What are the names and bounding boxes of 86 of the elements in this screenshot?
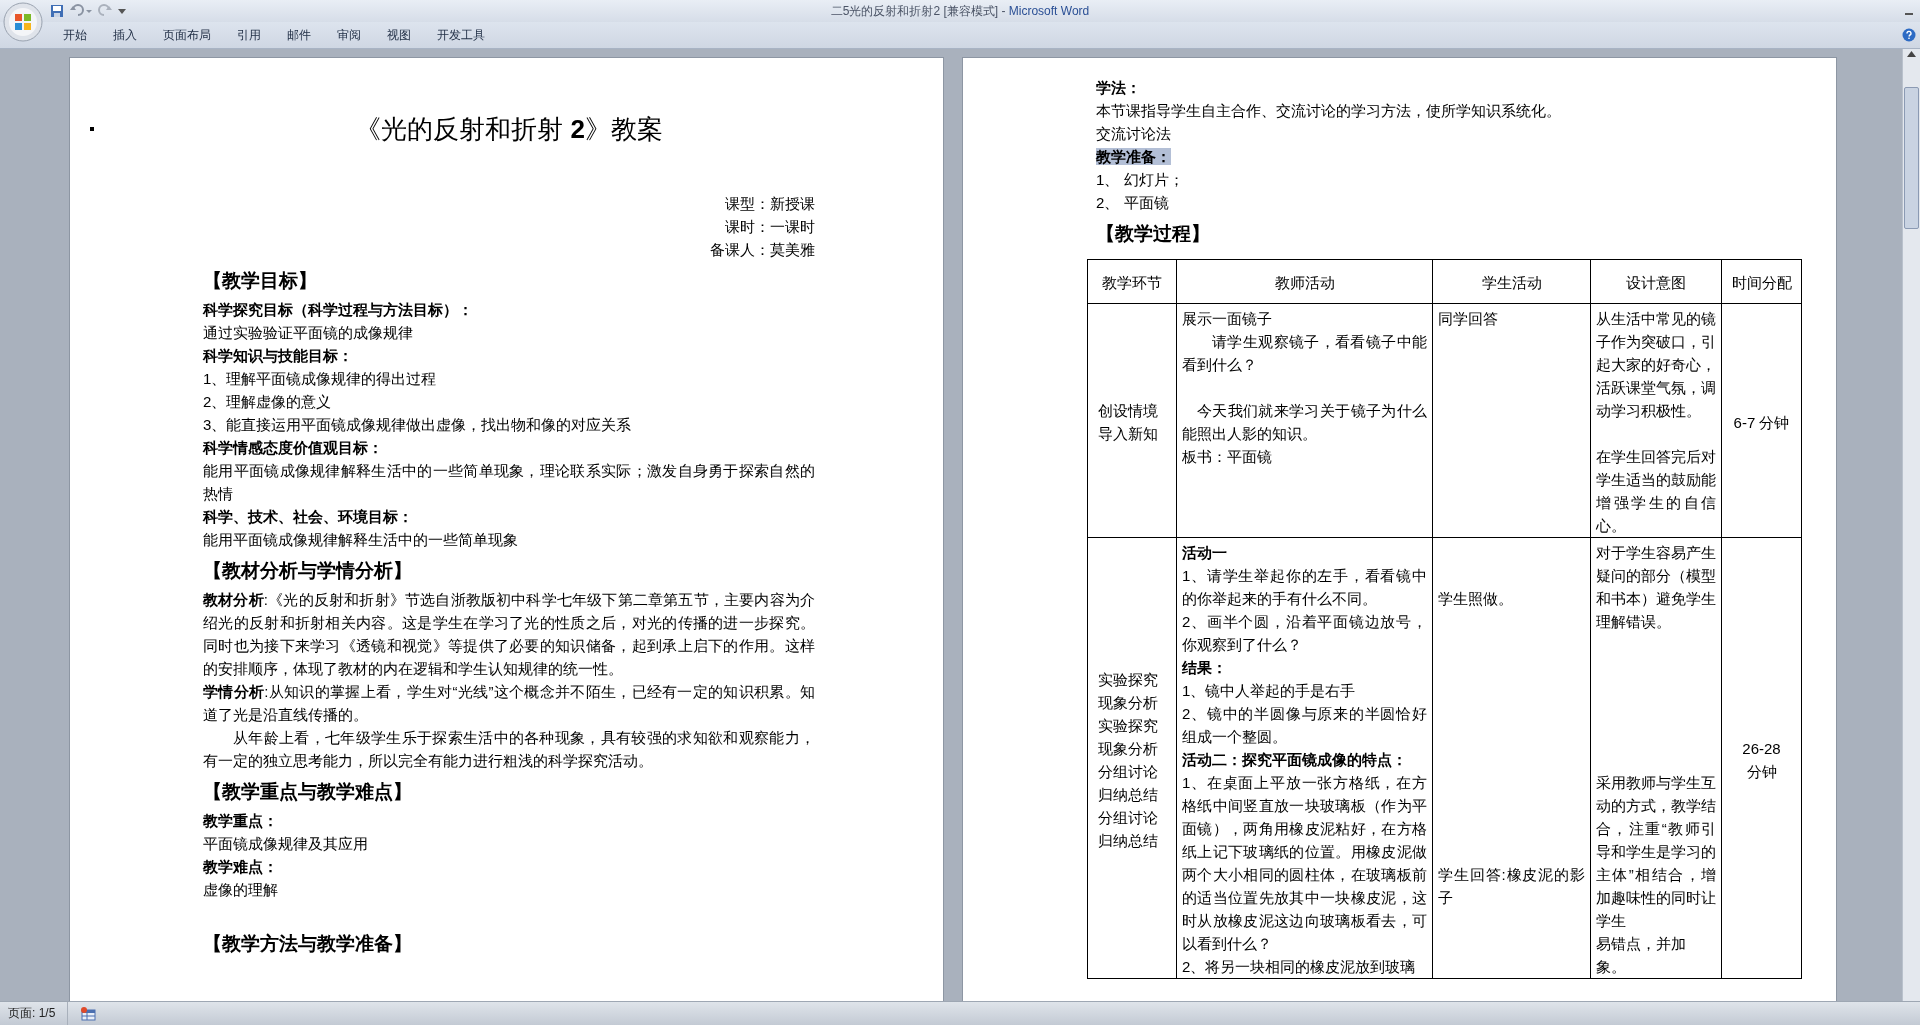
paragraph-label: 科学、技术、社会、环境目标： (203, 508, 413, 525)
ribbon-tab[interactable]: 页面布局 (150, 23, 224, 47)
paragraph: 同学回答 (1438, 310, 1498, 327)
section-heading: 【教学过程】 (1096, 223, 1210, 244)
column-header: 设计意图 (1590, 259, 1722, 304)
paragraph-label: 结果： (1182, 659, 1227, 676)
spreadsheet-icon[interactable] (80, 1006, 97, 1021)
column-header: 学生活动 (1432, 259, 1591, 304)
paragraph: 请学生观察镜子，看看镜子中能看到什么？ (1182, 333, 1427, 373)
paragraph: 象。 (1596, 958, 1626, 975)
paragraph: 对于学生容易产生疑问的部分（模型和书本）避免学生理解错误。 (1596, 544, 1716, 630)
paragraph: 从生活中常见的镜子作为突破口，引起大家的好奇心，活跃课堂气氛，调动学习积极性。 (1596, 310, 1716, 419)
paragraph: 展示一面镜子 (1182, 310, 1272, 327)
paragraph: 学生照做。 (1438, 590, 1513, 607)
section-heading: 【教学目标】 (203, 270, 317, 291)
section-heading: 【教材分析与学情分析】 (203, 560, 412, 581)
paragraph: 能用平面镜成像规律解释生活中的一些简单现象 (203, 531, 518, 548)
paragraph-label: 学法： (1096, 79, 1141, 96)
paragraph: 采用教师与学生互动的方式，教学结合，注重“教师引导和学生是学习的主体”相结合，增加趣味性的同时让学生 (1596, 774, 1716, 929)
paragraph: 实验探究现象分析 (1098, 716, 1158, 757)
section-heading: 【教学方法与教学准备】 (203, 933, 412, 954)
paragraph: 分钟 (1746, 762, 1777, 780)
ribbon-tab[interactable]: 插入 (100, 23, 150, 47)
ribbon-tab[interactable]: 视图 (374, 23, 424, 47)
ribbon-tab[interactable]: 开发工具 (424, 23, 498, 47)
paragraph: 2、理解虚像的意义 (203, 393, 332, 410)
paragraph: 分组讨论归纳总结 (1098, 808, 1158, 849)
paragraph: 1、在桌面上平放一张方格纸，在方格纸中间竖直放一块玻璃板（作为平面镜），两角用橡皮泥粘好，在方格纸上记下玻璃纸的位置。用橡皮泥做两个大小相同的圆柱体，在玻璃板前的适当位置先放其中一块橡皮泥，这时从放橡皮泥这边向玻璃板看去，可以看到什么？ (1182, 774, 1427, 952)
paragraph: 板书：平面镜 (1182, 448, 1272, 465)
paragraph: 虚像的理解 (203, 881, 278, 898)
paragraph: 6-7 分钟 (1733, 413, 1790, 431)
paragraph-label: 科学探究目标（科学过程与方法目标）： (203, 301, 473, 318)
paragraph: 2、画半个圆，沿着平面镜边放号，你观察到了什么？ (1182, 613, 1427, 653)
paragraph: 2、镜中的半圆像与原来的半圆恰好组成一个整圆。 (1182, 705, 1427, 745)
ribbon-tab[interactable]: 邮件 (274, 23, 324, 47)
undo-icon[interactable] (70, 4, 92, 18)
paragraph: 在学生回答完后对学生适当的鼓励能增强学生的自信心。 (1596, 448, 1716, 534)
paragraph: 通过实验验证平面镜的成像规律 (203, 324, 413, 341)
column-header: 时间分配 (1721, 259, 1802, 304)
lesson-info: 课时：一课时 (725, 218, 815, 235)
lesson-info: 备课人：莫美雅 (710, 241, 815, 258)
column-header: 教学环节 (1087, 259, 1177, 304)
paragraph-label: 活动二：探究平面镜成像的特点： (1182, 751, 1407, 768)
customize-arrow-icon[interactable] (118, 7, 126, 15)
scroll-up-icon[interactable] (1907, 51, 1916, 57)
paragraph: 1、 幻灯片； (1096, 171, 1184, 188)
paragraph: 1、镜中人举起的手是右手 (1182, 682, 1356, 699)
selected-text: 教学准备： (1096, 148, 1171, 165)
paragraph-label: 教学难点： (203, 858, 278, 875)
paragraph-label: 科学情感态度价值观目标： (203, 439, 383, 456)
paragraph-label: 活动一 (1182, 544, 1227, 561)
paragraph: 26-28 (1742, 739, 1781, 757)
paragraph: 实验探究现象分析 (1098, 670, 1158, 711)
paragraph: 教材分析:《光的反射和折射》节选自浙教版初中科学七年级下第二章第五节，主要内容为介绍光的反射和折射相关内容。这是学生在学习了光的性质之后，对光的传播的进一步探究。同时也为接下来学习《透镜和视觉》等提供了必要的知识储备，起到承上启下的作用。这样的安排顺序，体现了教材的内在逻辑和学生认知规律的统一性。 (203, 591, 815, 677)
ribbon-tab[interactable]: 引用 (224, 23, 274, 47)
paragraph: 从年龄上看，七年级学生乐于探索生活中的各种现象，具有较强的求知欲和观察能力，有一定的独立思考能力，所以完全有能力进行粗浅的科学探究活动。 (203, 729, 815, 769)
ribbon-tab[interactable]: 审阅 (324, 23, 374, 47)
paragraph: 创设情境 (1098, 402, 1158, 419)
paragraph: 2、将另一块相同的橡皮泥放到玻璃 (1182, 958, 1416, 975)
paragraph: 今天我们就来学习关于镜子为什么能照出人影的知识。 (1182, 402, 1427, 442)
paragraph: 1、理解平面镜成像规律的得出过程 (203, 370, 437, 387)
anchor-mark (90, 127, 94, 131)
column-header: 教师活动 (1176, 259, 1433, 304)
paragraph: 交流讨论法 (1096, 125, 1171, 142)
paragraph: 能用平面镜成像规律解释生活中的一些简单现象，理论联系实际；激发自身勇于探索自然的热情 (203, 462, 815, 502)
paragraph: 本节课指导学生自主合作、交流讨论的学习方法，使所学知识系统化。 (1096, 102, 1561, 119)
paragraph: 分组讨论归纳总结 (1098, 762, 1158, 803)
ribbon-tab[interactable]: 开始 (50, 23, 100, 47)
paragraph: 2、 平面镜 (1096, 194, 1169, 211)
paragraph: 3、能直接运用平面镜成像规律做出虚像，找出物和像的对应关系 (203, 416, 632, 433)
page-count[interactable]: 页面: 1/5 (0, 1002, 69, 1025)
scrollbar-thumb[interactable] (1904, 87, 1919, 229)
paragraph: 学情分析:从知识的掌握上看，学生对“光线”这个概念并不陌生，已经有一定的知识积累。知道了光是沿直线传播的。 (203, 683, 815, 723)
window-title: 二5光的反射和折射2 [兼容模式] - Microsoft Word (830, 3, 1090, 20)
section-heading: 【教学重点与教学难点】 (203, 781, 412, 802)
paragraph: 平面镜成像规律及其应用 (203, 835, 368, 852)
paragraph: 1、请学生举起你的左手，看看镜中的你举起来的手有什么不同。 (1182, 567, 1427, 607)
help-icon[interactable] (1902, 28, 1916, 42)
paragraph-label: 科学知识与技能目标： (203, 347, 353, 364)
paragraph-label: 教学重点： (203, 812, 278, 829)
lesson-info: 课型：新授课 (725, 195, 815, 212)
paragraph: 导入新知 (1098, 425, 1158, 442)
paragraph: 学生回答:橡皮泥的影子 (1438, 866, 1585, 906)
save-icon[interactable] (50, 4, 64, 18)
document-title: 《光的反射和折射 2》教案 (355, 114, 663, 144)
paragraph: 易错点，并加 (1596, 935, 1686, 952)
